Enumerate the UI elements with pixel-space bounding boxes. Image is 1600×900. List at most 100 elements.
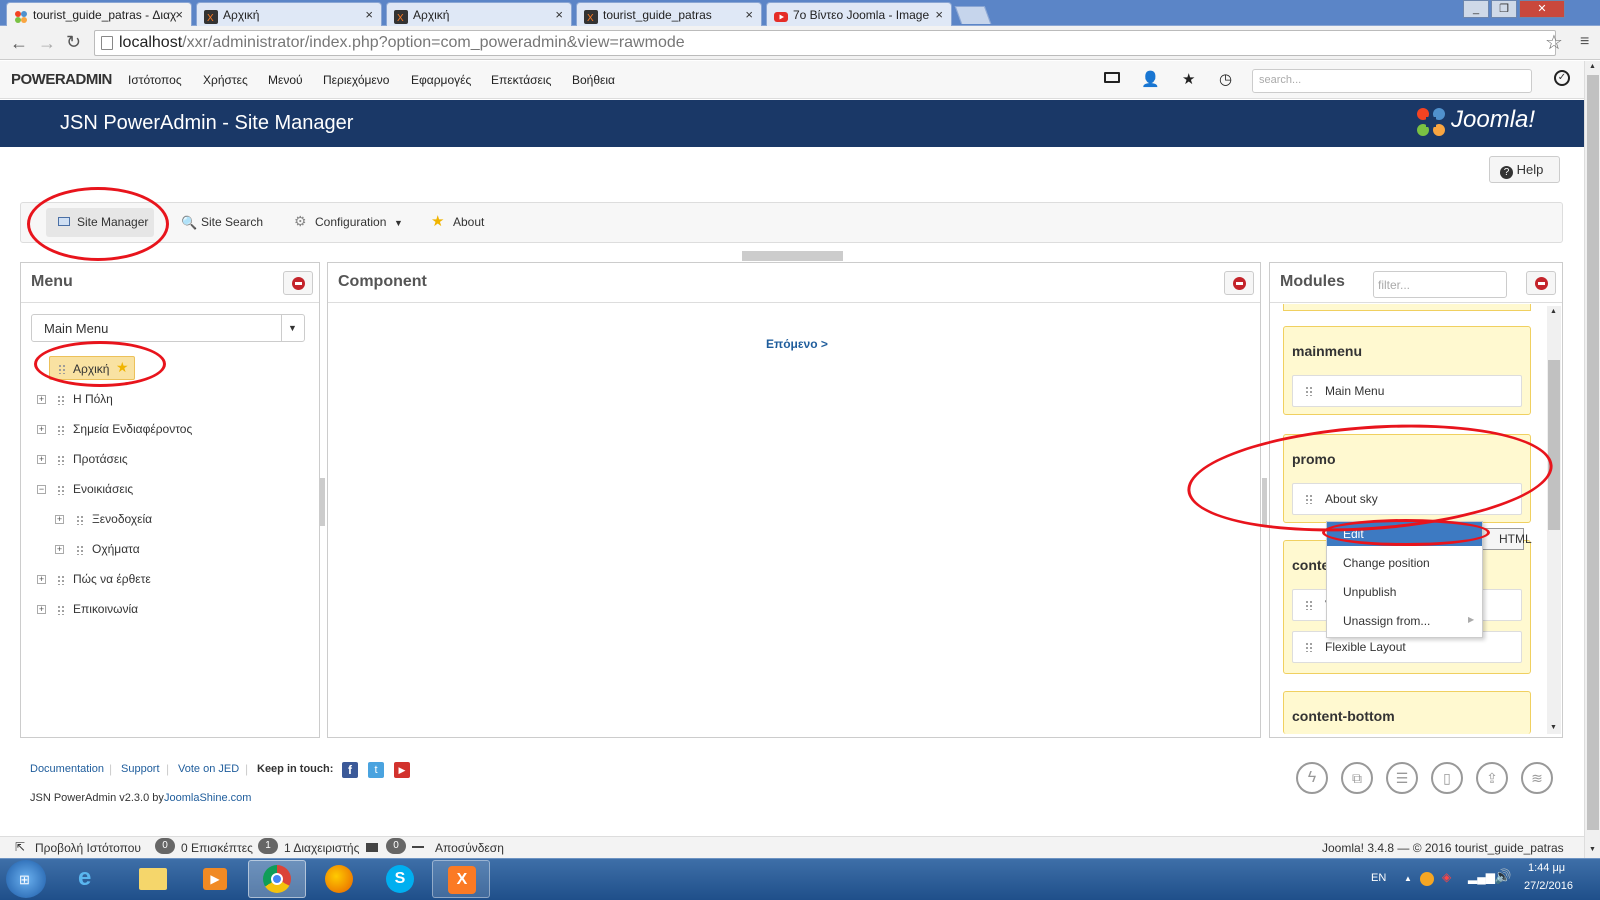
youtube-icon[interactable]: ▶: [394, 762, 410, 778]
back-icon[interactable]: ←: [10, 33, 28, 54]
bookmark-star-icon[interactable]: ☆: [1545, 30, 1563, 55]
taskbar-ie[interactable]: e: [62, 860, 120, 898]
stack-icon[interactable]: ☰: [1386, 762, 1418, 794]
user-icon[interactable]: 👤: [1141, 70, 1160, 88]
configuration-tab[interactable]: Configuration: [315, 215, 386, 229]
expand-icon[interactable]: +: [37, 425, 46, 434]
volume-icon[interactable]: 🔊: [1494, 868, 1511, 885]
documentation-link[interactable]: Documentation: [30, 763, 104, 775]
clock-icon[interactable]: ◷: [1219, 70, 1232, 88]
menu-item[interactable]: Οχήματα: [92, 542, 140, 556]
nav-site[interactable]: Ιστότοπος: [128, 73, 182, 87]
scroll-thumb[interactable]: [1587, 75, 1599, 830]
taskbar-chrome[interactable]: [248, 860, 306, 898]
browser-tab[interactable]: X tourist_guide_patras ×: [576, 2, 762, 26]
about-tab[interactable]: About: [453, 215, 484, 229]
expand-icon[interactable]: +: [55, 515, 64, 524]
browser-tab[interactable]: X Αρχική ×: [386, 2, 572, 26]
menu-item[interactable]: Ενοικιάσεις: [73, 482, 133, 496]
browser-tab[interactable]: 7ο Βίντεο Joomla - Image ×: [766, 2, 952, 26]
browser-tab[interactable]: tourist_guide_patras - Διαχ ×: [6, 2, 192, 27]
menu-item[interactable]: Ξενοδοχεία: [92, 512, 152, 526]
menu-item[interactable]: Σημεία Ενδιαφέροντος: [73, 422, 192, 436]
minimize-panel-button[interactable]: [1224, 271, 1254, 295]
browser-tab[interactable]: X Αρχική ×: [196, 2, 382, 26]
layers-icon[interactable]: ≋: [1521, 762, 1553, 794]
clock-time[interactable]: 1:44 μμ: [1528, 862, 1565, 874]
context-unassign[interactable]: Unassign from...: [1327, 609, 1482, 633]
facebook-icon[interactable]: f: [342, 762, 358, 778]
search-input[interactable]: search...: [1252, 69, 1532, 93]
monitor-icon[interactable]: [1104, 72, 1120, 83]
modules-scrollbar[interactable]: ▲ ▼: [1547, 306, 1561, 734]
page-scrollbar[interactable]: ▲ ▼: [1584, 61, 1600, 858]
checkin-icon[interactable]: ✓: [1554, 70, 1570, 86]
start-button[interactable]: ⊞: [6, 860, 46, 898]
poweradmin-logo[interactable]: POWERADMIN: [11, 71, 112, 88]
resize-handle[interactable]: [320, 478, 325, 526]
nav-menus[interactable]: Μενού: [268, 73, 303, 87]
collapse-handle[interactable]: [742, 251, 843, 261]
menu-select[interactable]: Main Menu ▼: [31, 314, 305, 342]
scroll-down-icon[interactable]: ▼: [1589, 846, 1596, 853]
expand-icon[interactable]: +: [37, 455, 46, 464]
close-window-button[interactable]: ✕: [1519, 0, 1565, 18]
help-button[interactable]: ? Help: [1489, 156, 1560, 183]
expand-icon[interactable]: +: [37, 575, 46, 584]
tray-expand-icon[interactable]: ▲: [1404, 874, 1412, 883]
taskbar-explorer[interactable]: [125, 860, 183, 898]
close-tab-icon[interactable]: ×: [175, 3, 183, 27]
minimize-panel-button[interactable]: [1526, 271, 1556, 295]
vote-link[interactable]: Vote on JED: [178, 763, 239, 775]
nav-applications[interactable]: Εφαρμογές: [411, 73, 471, 87]
new-tab-button[interactable]: [954, 6, 992, 24]
tray-security-icon[interactable]: ◈: [1442, 870, 1451, 884]
language-indicator[interactable]: EN: [1371, 872, 1386, 884]
module-item[interactable]: Main Menu: [1292, 375, 1522, 407]
forward-icon[interactable]: →: [38, 33, 56, 54]
support-link[interactable]: Support: [121, 763, 160, 775]
network-icon[interactable]: ▂▄▆: [1468, 870, 1495, 884]
close-tab-icon[interactable]: ×: [745, 3, 753, 26]
close-tab-icon[interactable]: ×: [365, 3, 373, 26]
expand-icon[interactable]: +: [37, 605, 46, 614]
collapse-icon[interactable]: −: [37, 485, 46, 494]
close-tab-icon[interactable]: ×: [935, 3, 943, 26]
nav-help[interactable]: Βοήθεια: [572, 73, 615, 87]
tray-app-icon[interactable]: [1420, 872, 1434, 886]
taskbar-firefox[interactable]: [310, 860, 368, 898]
menu-item[interactable]: Προτάσεις: [73, 452, 128, 466]
mobile-icon[interactable]: ▯: [1431, 762, 1463, 794]
star-icon[interactable]: ★: [1182, 70, 1195, 88]
upload-icon[interactable]: ⇪: [1476, 762, 1508, 794]
twitter-icon[interactable]: t: [368, 762, 384, 778]
nav-users[interactable]: Χρήστες: [203, 73, 248, 87]
close-tab-icon[interactable]: ×: [555, 3, 563, 26]
url-bar[interactable]: localhost/xxr/administrator/index.php?op…: [94, 30, 1556, 56]
taskbar-xampp[interactable]: X: [432, 860, 490, 898]
menu-icon[interactable]: ≡: [1580, 33, 1589, 51]
layers-copy-icon[interactable]: ⧉: [1341, 762, 1373, 794]
menu-item[interactable]: Επικοινωνία: [73, 602, 138, 616]
reload-icon[interactable]: ↻: [66, 32, 81, 53]
taskbar-skype[interactable]: S: [371, 860, 429, 898]
module-filter-input[interactable]: filter...: [1373, 271, 1507, 298]
context-change-position[interactable]: Change position: [1327, 551, 1482, 575]
restore-button[interactable]: ❐: [1491, 0, 1517, 18]
lightning-icon[interactable]: ϟ: [1296, 762, 1328, 794]
minimize-button[interactable]: _: [1463, 0, 1489, 18]
menu-item[interactable]: Πώς να έρθετε: [73, 572, 151, 586]
next-link[interactable]: Επόμενο >: [766, 337, 828, 351]
scroll-up-icon[interactable]: ▲: [1550, 308, 1557, 315]
expand-icon[interactable]: +: [55, 545, 64, 554]
scroll-up-icon[interactable]: ▲: [1589, 63, 1596, 70]
scroll-down-icon[interactable]: ▼: [1550, 724, 1557, 731]
context-unpublish[interactable]: Unpublish: [1327, 580, 1482, 604]
nav-content[interactable]: Περιεχόμενο: [323, 73, 389, 87]
view-site-link[interactable]: Προβολή Ιστότοπου: [35, 841, 141, 855]
mail-icon[interactable]: [366, 843, 378, 852]
expand-icon[interactable]: +: [37, 395, 46, 404]
site-search-tab[interactable]: Site Search: [201, 215, 263, 229]
menu-item[interactable]: Η Πόλη: [73, 392, 113, 406]
clock-date[interactable]: 27/2/2016: [1524, 880, 1573, 892]
